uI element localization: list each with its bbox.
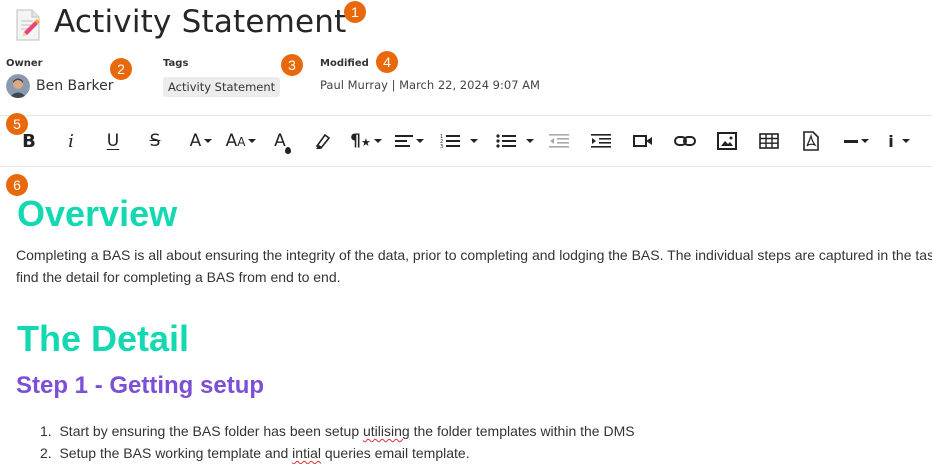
align-icon xyxy=(394,135,413,147)
bold-button[interactable]: B xyxy=(18,124,40,158)
font-size-dropdown[interactable]: AA xyxy=(224,124,258,158)
ordered-list-icon: 1 2 3 xyxy=(440,134,460,149)
unordered-list-icon xyxy=(496,134,516,148)
strikethrough-button[interactable]: S xyxy=(143,124,167,158)
ordered-list-dropdown[interactable]: 1 2 3 xyxy=(438,124,480,158)
font-color-dropdown[interactable]: A xyxy=(185,124,217,158)
callout-badge-4: 4 xyxy=(376,51,398,73)
underline-icon: U xyxy=(106,131,120,151)
tag-chip[interactable]: Activity Statement xyxy=(163,77,281,97)
callout-badge-3: 3 xyxy=(281,54,303,76)
modified-value: Paul Murray | March 22, 2024 9:07 AM xyxy=(320,78,540,92)
callout-badge-1: 1 xyxy=(344,1,366,23)
tags-label: Tags xyxy=(163,58,189,69)
italic-button[interactable]: i xyxy=(60,124,82,158)
strikethrough-icon: S xyxy=(149,131,161,151)
table-icon xyxy=(759,133,779,149)
bold-icon: B xyxy=(22,130,36,152)
video-icon xyxy=(633,135,652,147)
owner-label: Owner xyxy=(6,58,43,69)
indent-icon xyxy=(591,134,611,148)
avatar xyxy=(6,74,30,98)
page-title: Activity Statement xyxy=(54,4,347,40)
horizontal-line-dropdown[interactable] xyxy=(840,124,872,158)
underline-button[interactable]: U xyxy=(102,124,124,158)
link-icon xyxy=(674,136,696,146)
link-button[interactable] xyxy=(674,124,696,158)
spellcheck-word[interactable]: utilising xyxy=(363,423,410,439)
text-fill-icon: A xyxy=(274,131,291,154)
overview-paragraph: Completing a BAS is all about ensuring t… xyxy=(16,244,932,288)
horizontal-line-icon xyxy=(843,139,858,143)
info-dropdown[interactable]: i xyxy=(884,124,914,158)
pdf-button[interactable] xyxy=(800,124,822,158)
svg-text:3: 3 xyxy=(440,144,443,149)
paragraph-style-dropdown[interactable]: ¶★ xyxy=(348,124,384,158)
font-color-icon: A xyxy=(189,131,202,151)
highlighter-button[interactable] xyxy=(312,124,334,158)
overview-line-1: Completing a BAS is all about ensuring t… xyxy=(16,247,932,263)
callout-badge-2: 2 xyxy=(110,58,132,80)
outdent-button[interactable] xyxy=(548,124,570,158)
video-button[interactable] xyxy=(632,124,654,158)
document-icon xyxy=(14,9,42,41)
heading-the-detail: The Detail xyxy=(17,318,190,359)
owner-name[interactable]: Ben Barker xyxy=(36,78,113,94)
info-icon: i xyxy=(888,131,894,151)
overview-line-2: find the detail for completing a BAS fro… xyxy=(16,269,341,285)
text-fill-button[interactable]: A xyxy=(270,124,291,158)
italic-icon: i xyxy=(68,130,74,152)
align-dropdown[interactable] xyxy=(392,124,426,158)
outdent-icon xyxy=(549,134,569,148)
heading-overview: Overview xyxy=(17,193,178,234)
editor-toolbar: 5 B i U S A AA A ¶★ 1 2 3 i xyxy=(0,113,932,167)
highlighter-icon xyxy=(315,133,331,150)
font-size-icon: AA xyxy=(225,131,246,151)
image-icon xyxy=(717,132,737,150)
table-button[interactable] xyxy=(758,124,780,158)
indent-button[interactable] xyxy=(590,124,612,158)
spellcheck-word[interactable]: intial xyxy=(292,445,321,461)
pdf-icon xyxy=(803,131,819,151)
modified-label: Modified xyxy=(320,58,369,69)
list-item: 2. Setup the BAS working template and in… xyxy=(40,445,470,461)
heading-step-1: Step 1 - Getting setup xyxy=(16,372,265,399)
image-button[interactable] xyxy=(716,124,738,158)
list-item: 1. Start by ensuring the BAS folder has … xyxy=(40,423,635,439)
unordered-list-dropdown[interactable] xyxy=(494,124,536,158)
ordered-list: 1. Start by ensuring the BAS folder has … xyxy=(24,420,635,464)
paragraph-style-icon: ¶★ xyxy=(350,131,371,151)
